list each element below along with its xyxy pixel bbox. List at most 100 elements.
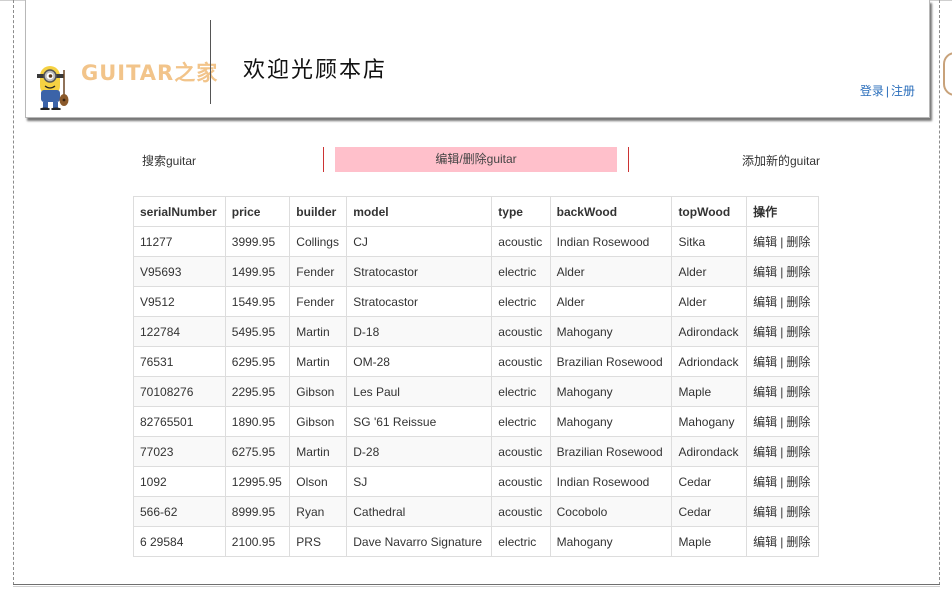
cell-type: acoustic — [491, 436, 551, 467]
cell-model: D-18 — [346, 316, 493, 347]
action-separator: | — [780, 505, 784, 519]
cell-model: Stratocastor — [346, 286, 493, 317]
cell-model: OM-28 — [346, 346, 493, 377]
delete-link[interactable]: 删除 — [786, 475, 810, 489]
cell-price: 1499.95 — [224, 256, 291, 287]
nav-search-guitar[interactable]: 搜索guitar — [142, 152, 196, 169]
cell-type: acoustic — [491, 346, 551, 377]
cell-model: CJ — [346, 226, 493, 257]
cell-serialnumber: 6 29584 — [133, 526, 226, 557]
edit-link[interactable]: 编辑 — [753, 535, 777, 549]
guitar-table-body: 11277 3999.95 Collings CJ acoustic Indian Ros… — [133, 226, 819, 557]
table-row: 70108276 2295.95 Gibson Les Paul electric Mah… — [133, 376, 819, 407]
cell-price: 2100.95 — [224, 526, 291, 557]
cell-serialnumber: 1092 — [133, 466, 226, 497]
edit-link[interactable]: 编辑 — [753, 295, 777, 309]
table-row: 11277 3999.95 Collings CJ acoustic Indian Ros… — [133, 226, 819, 257]
cell-topwood: Alder — [671, 256, 748, 287]
column-header-topwood: topWood — [671, 196, 748, 227]
action-separator: | — [780, 295, 784, 309]
edit-link[interactable]: 编辑 — [753, 355, 777, 369]
action-separator: | — [780, 235, 784, 249]
cell-backwood: Indian Rosewood — [549, 226, 673, 257]
logo-text: GUITAR之家 — [81, 61, 219, 85]
cell-serialnumber: 82765501 — [133, 406, 226, 437]
nav-add-guitar[interactable]: 添加新的guitar — [742, 152, 820, 169]
cell-backwood: Indian Rosewood — [549, 466, 673, 497]
delete-link[interactable]: 删除 — [786, 445, 810, 459]
site-logo[interactable]: GUITAR之家 — [31, 54, 217, 110]
cell-builder: PRS — [289, 526, 348, 557]
rope-decoration — [943, 52, 952, 96]
register-link[interactable]: 注册 — [891, 84, 915, 98]
cell-actions: 编辑 | 删除 — [746, 316, 819, 347]
cell-serialnumber: 566-62 — [133, 496, 226, 527]
cell-type: electric — [491, 286, 551, 317]
delete-link[interactable]: 删除 — [786, 385, 810, 399]
cell-backwood: Mahogany — [549, 316, 673, 347]
column-header-builder: builder — [289, 196, 348, 227]
cell-model: Les Paul — [346, 376, 493, 407]
delete-link[interactable]: 删除 — [786, 505, 810, 519]
welcome-banner: 欢迎光顾本店 — [243, 58, 388, 83]
cell-backwood: Brazilian Rosewood — [549, 436, 673, 467]
delete-link[interactable]: 删除 — [786, 295, 810, 309]
cell-backwood: Mahogany — [549, 406, 673, 437]
cell-builder: Ryan — [289, 496, 348, 527]
table-header-row: serialNumber price builder model type ba… — [133, 196, 819, 227]
nav-edit-delete-guitar[interactable]: 编辑/删除guitar — [335, 147, 617, 172]
column-header-price: price — [224, 196, 291, 227]
cell-actions: 编辑 | 删除 — [746, 346, 819, 377]
delete-link[interactable]: 删除 — [786, 415, 810, 429]
delete-link[interactable]: 删除 — [786, 325, 810, 339]
cell-topwood: Maple — [671, 526, 748, 557]
cell-backwood: Mahogany — [549, 376, 673, 407]
action-separator: | — [780, 265, 784, 279]
cell-actions: 编辑 | 删除 — [746, 226, 819, 257]
cell-type: acoustic — [491, 466, 551, 497]
action-separator: | — [780, 355, 784, 369]
cell-builder: Fender — [289, 286, 348, 317]
cell-actions: 编辑 | 删除 — [746, 256, 819, 287]
edit-link[interactable]: 编辑 — [753, 445, 777, 459]
table-row: 1092 12995.95 Olson SJ acoustic Indian Rosewo… — [133, 466, 819, 497]
edit-link[interactable]: 编辑 — [753, 475, 777, 489]
cell-type: acoustic — [491, 496, 551, 527]
delete-link[interactable]: 删除 — [786, 265, 810, 279]
cell-serialnumber: V95693 — [133, 256, 226, 287]
column-header-actions: 操作 — [746, 196, 819, 227]
cell-model: Cathedral — [346, 496, 493, 527]
cell-price: 6275.95 — [224, 436, 291, 467]
auth-links: 登录 | 注册 — [860, 82, 915, 99]
edit-link[interactable]: 编辑 — [753, 325, 777, 339]
cell-builder: Gibson — [289, 406, 348, 437]
action-separator: | — [780, 445, 784, 459]
cell-type: electric — [491, 526, 551, 557]
edit-link[interactable]: 编辑 — [753, 235, 777, 249]
frame-right-dashed-border — [939, 0, 940, 585]
action-separator: | — [780, 475, 784, 489]
cell-topwood: Adirondack — [671, 316, 748, 347]
edit-link[interactable]: 编辑 — [753, 385, 777, 399]
cell-serialnumber: 76531 — [133, 346, 226, 377]
delete-link[interactable]: 删除 — [786, 355, 810, 369]
delete-link[interactable]: 删除 — [786, 235, 810, 249]
column-header-backwood: backWood — [549, 196, 673, 227]
cell-actions: 编辑 | 删除 — [746, 376, 819, 407]
edit-link[interactable]: 编辑 — [753, 265, 777, 279]
delete-link[interactable]: 删除 — [786, 535, 810, 549]
cell-price: 8999.95 — [224, 496, 291, 527]
edit-link[interactable]: 编辑 — [753, 505, 777, 519]
cell-model: SJ — [346, 466, 493, 497]
table-row: 82765501 1890.95 Gibson SG '61 Reissue elect… — [133, 406, 819, 437]
cell-serialnumber: 77023 — [133, 436, 226, 467]
cell-topwood: Maple — [671, 376, 748, 407]
cell-builder: Fender — [289, 256, 348, 287]
edit-link[interactable]: 编辑 — [753, 415, 777, 429]
cell-price: 3999.95 — [224, 226, 291, 257]
login-link[interactable]: 登录 — [860, 84, 884, 98]
cell-topwood: Sitka — [671, 226, 748, 257]
header-divider — [210, 20, 211, 104]
cell-type: acoustic — [491, 316, 551, 347]
cell-actions: 编辑 | 删除 — [746, 436, 819, 467]
